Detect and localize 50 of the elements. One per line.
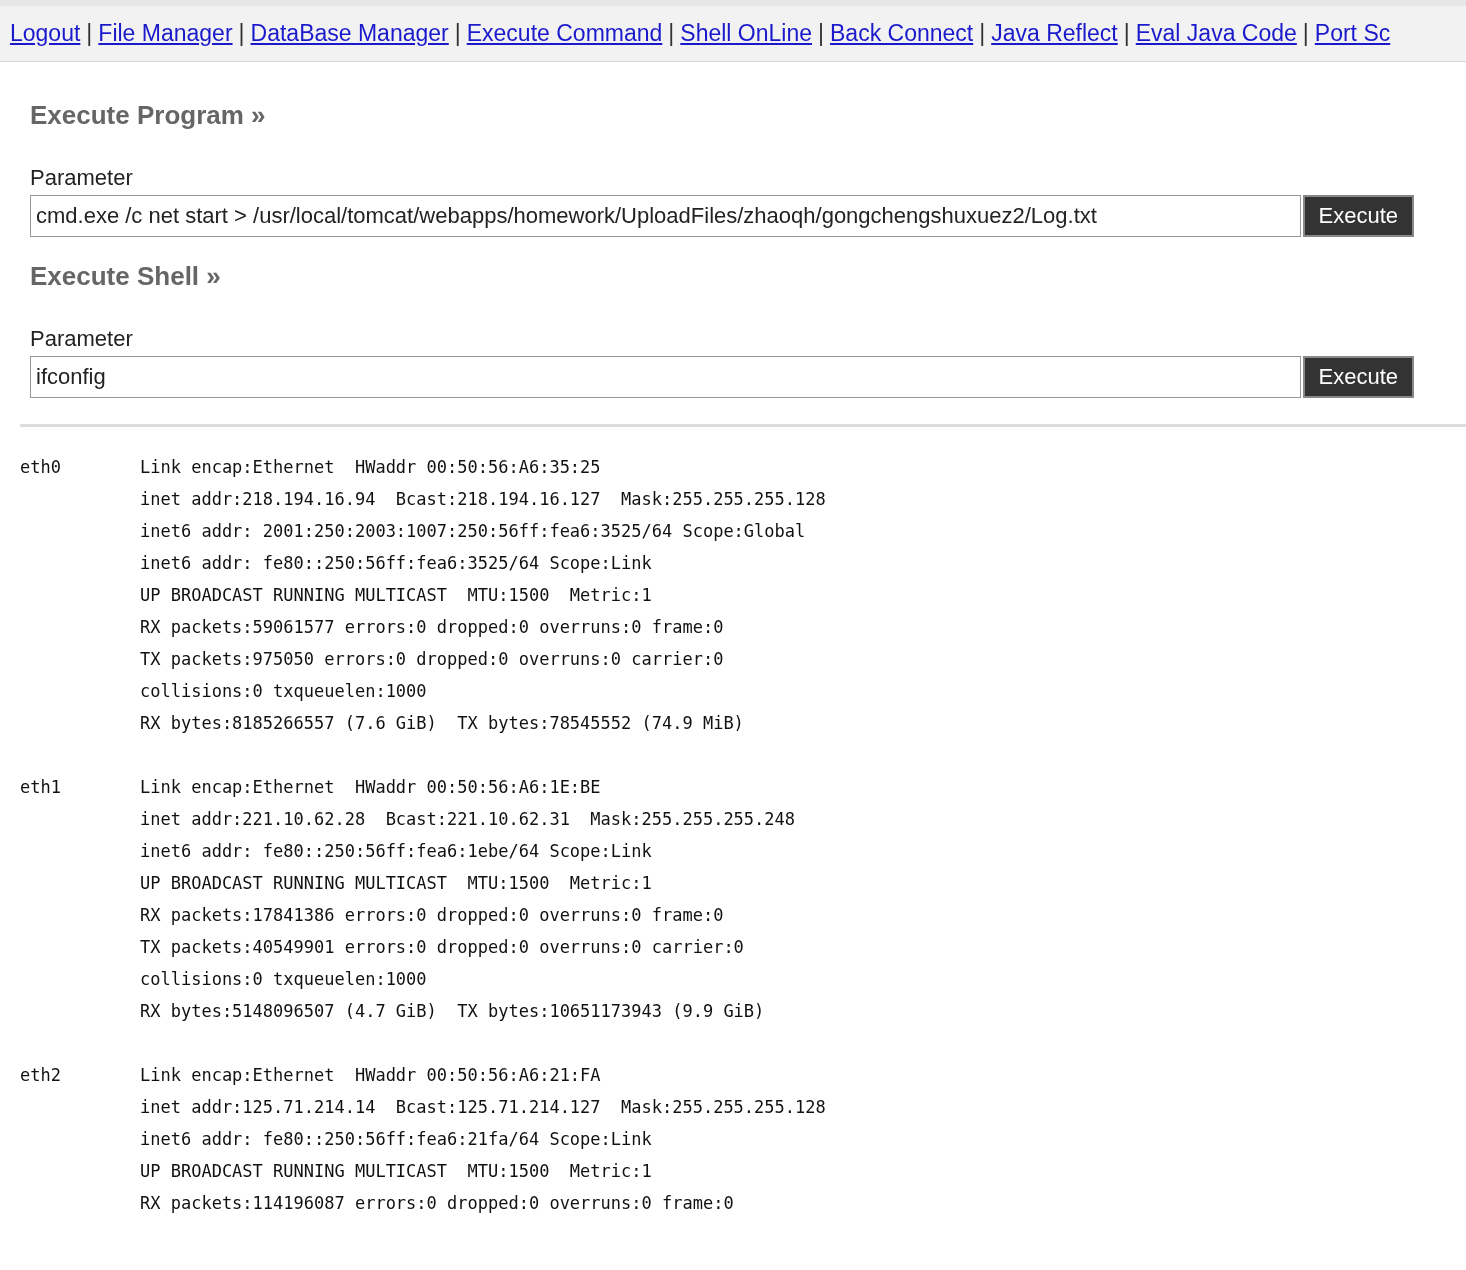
nav-separator: |	[1123, 20, 1130, 47]
nav-link[interactable]: Shell OnLine	[680, 20, 812, 47]
nav-separator: |	[979, 20, 986, 47]
output-line: UP BROADCAST RUNNING MULTICAST MTU:1500 Metric:1	[140, 872, 653, 895]
output-line: Link encap:Ethernet HWaddr 00:50:56:A6:1E:BE	[140, 776, 602, 799]
output-line: RX packets:59061577 errors:0 dropped:0 overruns:0 frame:0	[140, 616, 725, 639]
interface-name: eth1	[20, 776, 62, 799]
field-label: Parameter	[30, 326, 134, 352]
output-line: Link encap:Ethernet HWaddr 00:50:56:A6:35:25	[140, 456, 602, 479]
output-line: inet addr:221.10.62.28 Bcast:221.10.62.31 Mask:255.255.255.248	[140, 808, 796, 831]
section-title: Execute Shell »	[30, 261, 222, 292]
nav-link[interactable]: Logout	[10, 20, 81, 47]
output-line: RX packets:114196087 errors:0 dropped:0 overruns:0 frame:0	[140, 1192, 735, 1215]
nav-link[interactable]: Eval Java Code	[1135, 20, 1297, 47]
output-line: inet addr:218.194.16.94 Bcast:218.194.16.127 Mask:255.255.255.128	[140, 488, 826, 511]
nav-separator: |	[668, 20, 675, 47]
output-line: inet addr:125.71.214.14 Bcast:125.71.214.127 Mask:255.255.255.128	[140, 1096, 826, 1119]
nav-link[interactable]: Java Reflect	[991, 20, 1118, 47]
nav-separator: |	[238, 20, 245, 47]
interface-name: eth2	[20, 1064, 62, 1087]
output-line: UP BROADCAST RUNNING MULTICAST MTU:1500 Metric:1	[140, 584, 653, 607]
output-line: inet6 addr: 2001:250:2003:1007:250:56ff:fea6:3525/64 Scope:Global	[140, 520, 807, 543]
output-line: TX packets:975050 errors:0 dropped:0 overruns:0 carrier:0	[140, 648, 725, 671]
output-line: inet6 addr: fe80::250:56ff:fea6:3525/64 Scope:Link	[140, 552, 653, 575]
nav-link[interactable]: DataBase Manager	[250, 20, 449, 47]
parameter-field[interactable]: ifconfig	[30, 356, 1301, 398]
execute-button[interactable]: Execute	[1302, 356, 1414, 398]
nav-separator: |	[1302, 20, 1309, 47]
nav-separator: |	[454, 20, 461, 47]
output-line: inet6 addr: fe80::250:56ff:fea6:21fa/64 Scope:Link	[140, 1128, 653, 1151]
output-line: inet6 addr: fe80::250:56ff:fea6:1ebe/64 Scope:Link	[140, 840, 653, 863]
nav-separator: |	[818, 20, 824, 47]
output-line: RX bytes:8185266557 (7.6 GiB) TX bytes:78545552 (74.9 MiB)	[140, 712, 745, 735]
nav-link[interactable]: Execute Command	[466, 20, 663, 47]
nav-link[interactable]: Back Connect	[830, 20, 974, 47]
output-line: Link encap:Ethernet HWaddr 00:50:56:A6:21:FA	[140, 1064, 602, 1087]
output-line: TX packets:40549901 errors:0 dropped:0 overruns:0 carrier:0	[140, 936, 745, 959]
section-title: Execute Program »	[30, 100, 267, 131]
nav-separator: |	[86, 20, 93, 47]
execute-button[interactable]: Execute	[1302, 195, 1414, 237]
nav-link[interactable]: File Manager	[98, 20, 233, 47]
output-line: RX bytes:5148096507 (4.7 GiB) TX bytes:10651173943 (9.9 GiB)	[140, 1000, 766, 1023]
output-line: collisions:0 txqueuelen:1000	[140, 680, 428, 703]
interface-name: eth0	[20, 456, 62, 479]
nav-link[interactable]: Port Sc	[1314, 20, 1391, 47]
output-line: collisions:0 txqueuelen:1000	[140, 968, 428, 991]
output-line: UP BROADCAST RUNNING MULTICAST MTU:1500 Metric:1	[140, 1160, 653, 1183]
field-label: Parameter	[30, 165, 134, 191]
output-line: RX packets:17841386 errors:0 dropped:0 overruns:0 frame:0	[140, 904, 725, 927]
parameter-field[interactable]: cmd.exe /c net start > /usr/local/tomcat/webapps/homework/UploadFiles/zhaoqh/gongchengshuxuez2/Log.txt	[30, 195, 1301, 237]
